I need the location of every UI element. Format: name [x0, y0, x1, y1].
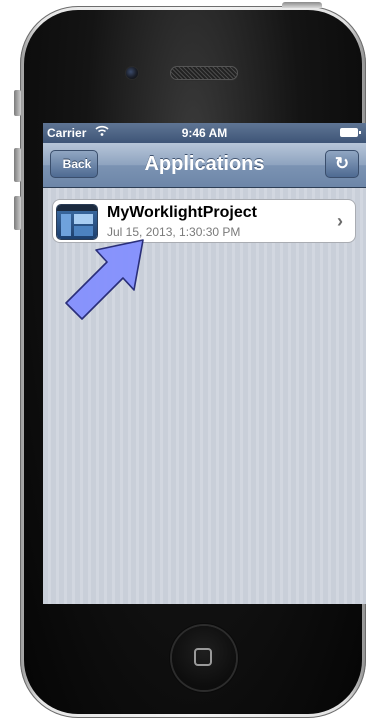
home-button[interactable]	[172, 626, 236, 690]
sleep-button	[282, 2, 322, 8]
chevron-right-icon: ›	[337, 211, 343, 231]
mute-switch	[14, 90, 21, 116]
status-bar: Carrier 9:46 AM	[43, 123, 366, 143]
volume-down-button	[14, 196, 21, 230]
refresh-button[interactable]: ↻	[325, 150, 359, 178]
application-list-item[interactable]: MyWorklightProject Jul 15, 2013, 1:30:30…	[52, 199, 356, 243]
battery-icon	[340, 128, 361, 137]
refresh-icon: ↻	[334, 154, 350, 173]
home-square-icon	[194, 648, 212, 666]
speaker-grille	[170, 66, 238, 80]
screen: Carrier 9:46 AM Back Applications ↻ MyWo…	[43, 123, 366, 604]
navigation-bar: Back Applications ↻	[43, 143, 366, 188]
worklight-app-icon	[57, 205, 97, 239]
volume-up-button	[14, 148, 21, 182]
page-title: Applications	[144, 153, 265, 175]
application-date: Jul 15, 2013, 1:30:30 PM	[107, 225, 241, 239]
status-time: 9:46 AM	[181, 126, 228, 140]
camera-icon	[126, 67, 138, 79]
application-name: MyWorklightProject	[107, 204, 257, 221]
